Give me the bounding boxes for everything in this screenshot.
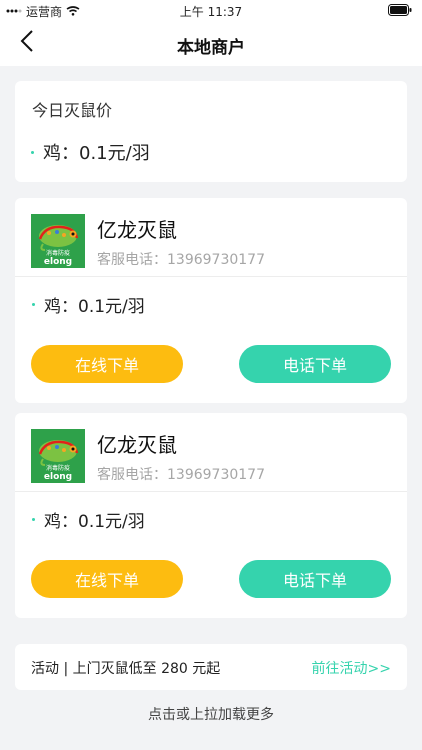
divider — [15, 491, 407, 492]
merchant-price-item: 鸡：0.1元/羽 — [32, 292, 145, 317]
page: 运营商 上午 11:37 本地商户 今日灭鼠价 鸡：0.1元/羽 消毒防疫 el… — [0, 0, 422, 750]
logo-text: elong — [44, 472, 72, 482]
activity-text: 活动 | 上门灭鼠低至 280 元起 — [31, 661, 221, 677]
page-title: 本地商户 — [177, 38, 245, 58]
merchant-card: 消毒防疫 elong 亿龙灭鼠 客服电话：13969730177 鸡：0.1元/… — [15, 198, 407, 403]
bullet-dot — [32, 518, 35, 521]
merchant-phone: 客服电话：13969730177 — [97, 252, 265, 268]
merchant-price-value: 鸡：0.1元/羽 — [44, 297, 145, 317]
status-bar: 运营商 上午 11:37 — [0, 0, 422, 20]
load-more-button[interactable]: 点击或上拉加载更多 — [0, 704, 422, 724]
phone-order-button[interactable]: 电话下单 — [239, 560, 391, 598]
merchant-price-value: 鸡：0.1元/羽 — [44, 512, 145, 532]
status-time: 上午 11:37 — [179, 5, 243, 19]
online-order-button[interactable]: 在线下单 — [31, 560, 183, 598]
logo-cn-text: 消毒防疫 — [46, 249, 70, 257]
merchant-phone: 客服电话：13969730177 — [97, 467, 265, 483]
chameleon-logo-icon: 消毒防疫 elong — [31, 214, 85, 268]
bullet-dot — [32, 303, 35, 306]
merchant-logo: 消毒防疫 elong — [31, 429, 85, 483]
merchant-name: 亿龙灭鼠 — [97, 218, 177, 242]
nav-bar: 本地商户 — [0, 20, 422, 66]
merchant-card: 消毒防疫 elong 亿龙灭鼠 客服电话：13969730177 鸡：0.1元/… — [15, 413, 407, 618]
today-price-heading: 今日灭鼠价 — [32, 101, 113, 120]
merchant-price-item: 鸡：0.1元/羽 — [32, 507, 145, 532]
today-price-item: 鸡：0.1元/羽 — [31, 139, 150, 165]
divider — [15, 276, 407, 277]
activity-banner: 活动 | 上门灭鼠低至 280 元起 前往活动>> — [15, 644, 407, 690]
merchant-logo: 消毒防疫 elong — [31, 214, 85, 268]
bullet-dot — [31, 150, 34, 154]
logo-cn-text: 消毒防疫 — [46, 464, 70, 472]
battery-icon — [388, 4, 412, 19]
logo-text: elong — [44, 257, 72, 267]
activity-link[interactable]: 前往活动>> — [312, 658, 391, 678]
phone-order-button[interactable]: 电话下单 — [239, 345, 391, 383]
today-price-value: 鸡：0.1元/羽 — [43, 143, 150, 164]
online-order-button[interactable]: 在线下单 — [31, 345, 183, 383]
chameleon-logo-icon: 消毒防疫 elong — [31, 429, 85, 483]
today-price-card: 今日灭鼠价 鸡：0.1元/羽 — [15, 81, 407, 182]
merchant-name: 亿龙灭鼠 — [97, 433, 177, 457]
